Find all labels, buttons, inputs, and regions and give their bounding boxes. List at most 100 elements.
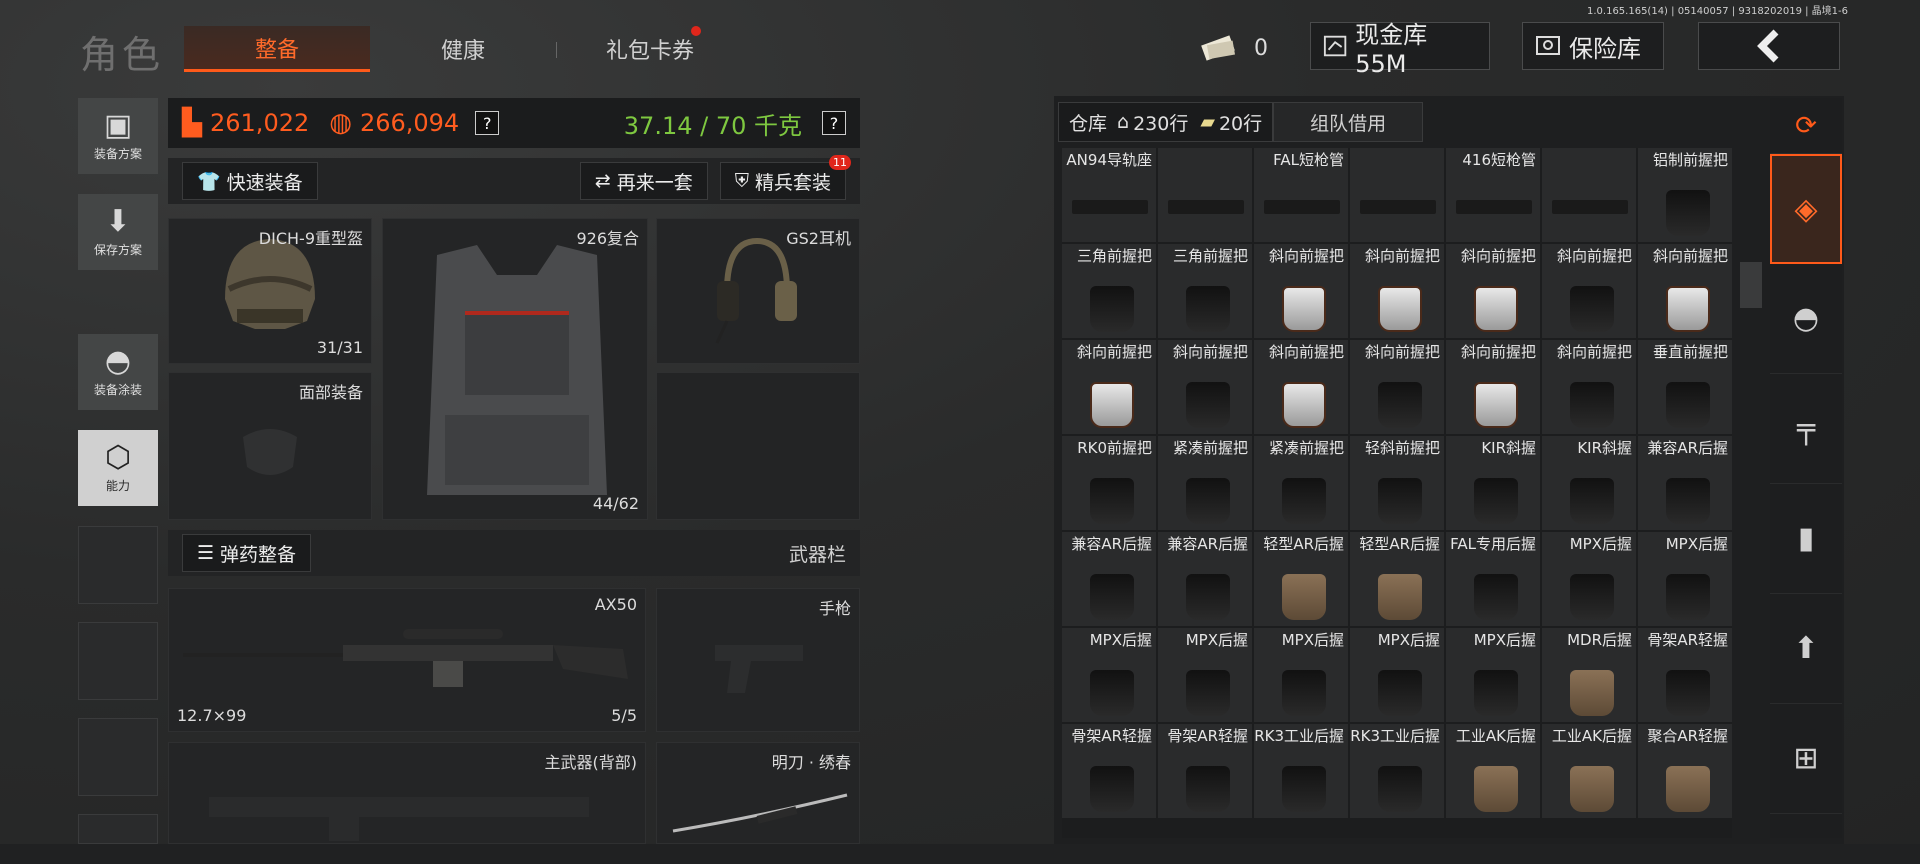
warehouse-tab[interactable]: 仓库 ⌂ 230行 ▰ 20行 [1058,102,1274,142]
warehouse-scrollbar[interactable] [1740,262,1762,308]
warehouse-item[interactable]: 斜向前握把 [1158,340,1252,434]
warehouse-item[interactable]: 骨架AR轻握 [1158,724,1252,818]
warehouse-item[interactable]: 斜向前握把 [1542,244,1636,338]
back-weapon-slot[interactable]: 主武器(背部) [168,742,646,844]
warehouse-item[interactable]: KIR斜握 [1446,436,1540,530]
helmet-slot[interactable]: DICH-9重型盔 31/31 [168,218,372,364]
warehouse-item[interactable]: 骨架AR轻握 [1638,628,1732,722]
warehouse-item[interactable]: MPX后握 [1350,628,1444,722]
warehouse-item[interactable]: MPX后握 [1446,628,1540,722]
warehouse-item[interactable]: 工业AK后握 [1446,724,1540,818]
item-image [1474,478,1518,524]
item-name: 斜向前握把 [1556,343,1632,361]
tab-health[interactable]: 健康 [370,26,556,72]
warehouse-item[interactable]: 斜向前握把 [1350,340,1444,434]
warehouse-item[interactable]: 416短枪管 [1446,148,1540,242]
sniper-rifle-image [183,629,628,687]
item-name: MPX后握 [1089,631,1152,649]
warehouse-item[interactable]: 斜向前握把 [1446,244,1540,338]
warehouse-item[interactable]: RK3工业后握 [1350,724,1444,818]
again-button[interactable]: ⇄ 再来一套 [579,162,708,200]
face-slot[interactable]: 面部装备 [168,372,372,520]
item-image [1378,286,1422,332]
stack-icon[interactable]: ◈ [1770,154,1842,264]
helmet-icon[interactable]: ◓ [1770,264,1842,374]
item-image [1666,478,1710,524]
nav-save-plan[interactable]: ⬇ 保存方案 [78,194,158,270]
warehouse-item[interactable]: 垂直前握把 [1638,340,1732,434]
warehouse-item[interactable]: MPX后握 [1254,628,1348,722]
warehouse-item[interactable]: MDR后握 [1542,628,1636,722]
warehouse-item[interactable]: MPX后握 [1158,628,1252,722]
nav-loadout-plan[interactable]: ▣ 装备方案 [78,98,158,174]
help-button[interactable]: ? [475,111,500,135]
item-image [1186,574,1230,620]
warehouse-item[interactable]: 轻斜前握把 [1350,436,1444,530]
back-button[interactable] [1698,22,1840,70]
shield-icon: ⛨ [734,170,749,192]
safe-vault-button[interactable]: 保险库 [1522,22,1664,70]
rifle-icon[interactable]: ╤ [1770,374,1842,484]
nav-empty-slot [78,814,158,844]
weight-help-button[interactable]: ? [822,111,846,135]
warehouse-item[interactable]: KIR斜握 [1542,436,1636,530]
warehouse-item[interactable]: 斜向前握把 [1254,340,1348,434]
warehouse-item[interactable]: 铝制前握把 [1638,148,1732,242]
warehouse-item[interactable] [1542,148,1636,242]
warehouse-item[interactable]: FAL短枪管 [1254,148,1348,242]
pistol-slot[interactable]: 手枪 [656,588,860,732]
item-image [1570,382,1614,428]
bullet-icon[interactable]: ⬆ [1770,594,1842,704]
sight-icon[interactable]: ⊞ [1770,704,1842,814]
item-image [1570,478,1614,524]
warehouse-item[interactable]: 轻型AR后握 [1350,532,1444,626]
item-name: KIR斜握 [1577,439,1632,457]
warehouse-item[interactable]: 工业AK后握 [1542,724,1636,818]
melee-slot[interactable]: 明刀 · 绣春 [656,742,860,844]
warehouse-item[interactable]: MPX后握 [1638,532,1732,626]
warehouse-item[interactable]: 紧凑前握把 [1158,436,1252,530]
tab-gift-cards[interactable]: 礼包卡券 [557,26,743,72]
warehouse-item[interactable]: RK0前握把 [1062,436,1156,530]
warehouse-item[interactable]: 兼容AR后握 [1158,532,1252,626]
warehouse-item[interactable]: 兼容AR后握 [1638,436,1732,530]
primary-weapon-slot[interactable]: AX50 12.7×99 5/5 [168,588,646,732]
warehouse-item[interactable]: 斜向前握把 [1350,244,1444,338]
item-name: 斜向前握把 [1364,343,1440,361]
warehouse-item[interactable]: 斜向前握把 [1254,244,1348,338]
quick-equip-button[interactable]: 👕 快速装备 [182,162,318,200]
warehouse-item[interactable]: 斜向前握把 [1542,340,1636,434]
headset-slot[interactable]: GS2耳机 [656,218,860,364]
warehouse-item[interactable]: 三角前握把 [1158,244,1252,338]
warehouse-item[interactable]: FAL专用后握 [1446,532,1540,626]
team-borrow-tab[interactable]: 组队借用 [1273,102,1424,142]
warehouse-item[interactable]: 轻型AR后握 [1254,532,1348,626]
magazine-icon[interactable]: ▮ [1770,484,1842,594]
item-name: 三角前握把 [1172,247,1248,265]
tab-equip[interactable]: 整备 [184,26,370,72]
warehouse-item[interactable]: AN94导轨座 [1062,148,1156,242]
nav-equip-paint[interactable]: ◓ 装备涂装 [78,334,158,410]
armor-slot[interactable]: 926复合 44/62 [382,218,648,520]
nav-ability[interactable]: ⬡ 能力 [78,430,158,506]
warehouse-item[interactable]: 紧凑前握把 [1254,436,1348,530]
warehouse-item[interactable]: 聚合AR轻握 [1638,724,1732,818]
empty-slot[interactable] [656,372,860,520]
warehouse-item[interactable]: RK3工业后握 [1254,724,1348,818]
warehouse-item[interactable]: 斜向前握把 [1638,244,1732,338]
item-image [1474,382,1518,428]
elite-set-button[interactable]: ⛨ 精兵套装 11 [719,155,851,200]
warehouse-item[interactable] [1350,148,1444,242]
warehouse-item[interactable]: 三角前握把 [1062,244,1156,338]
warehouse-item[interactable]: MPX后握 [1542,532,1636,626]
warehouse-item[interactable] [1158,148,1252,242]
warehouse-item[interactable]: 斜向前握把 [1062,340,1156,434]
warehouse-item[interactable]: MPX后握 [1062,628,1156,722]
warehouse-item[interactable]: 骨架AR轻握 [1062,724,1156,818]
refresh-stack-icon[interactable]: ⟳ [1770,98,1842,154]
sword-image [672,793,848,833]
warehouse-item[interactable]: 兼容AR后握 [1062,532,1156,626]
warehouse-item[interactable]: 斜向前握把 [1446,340,1540,434]
cash-vault-button[interactable]: 现金库 55M [1310,21,1490,78]
ammo-prep-button[interactable]: ☰ 弹药整备 [182,534,312,572]
